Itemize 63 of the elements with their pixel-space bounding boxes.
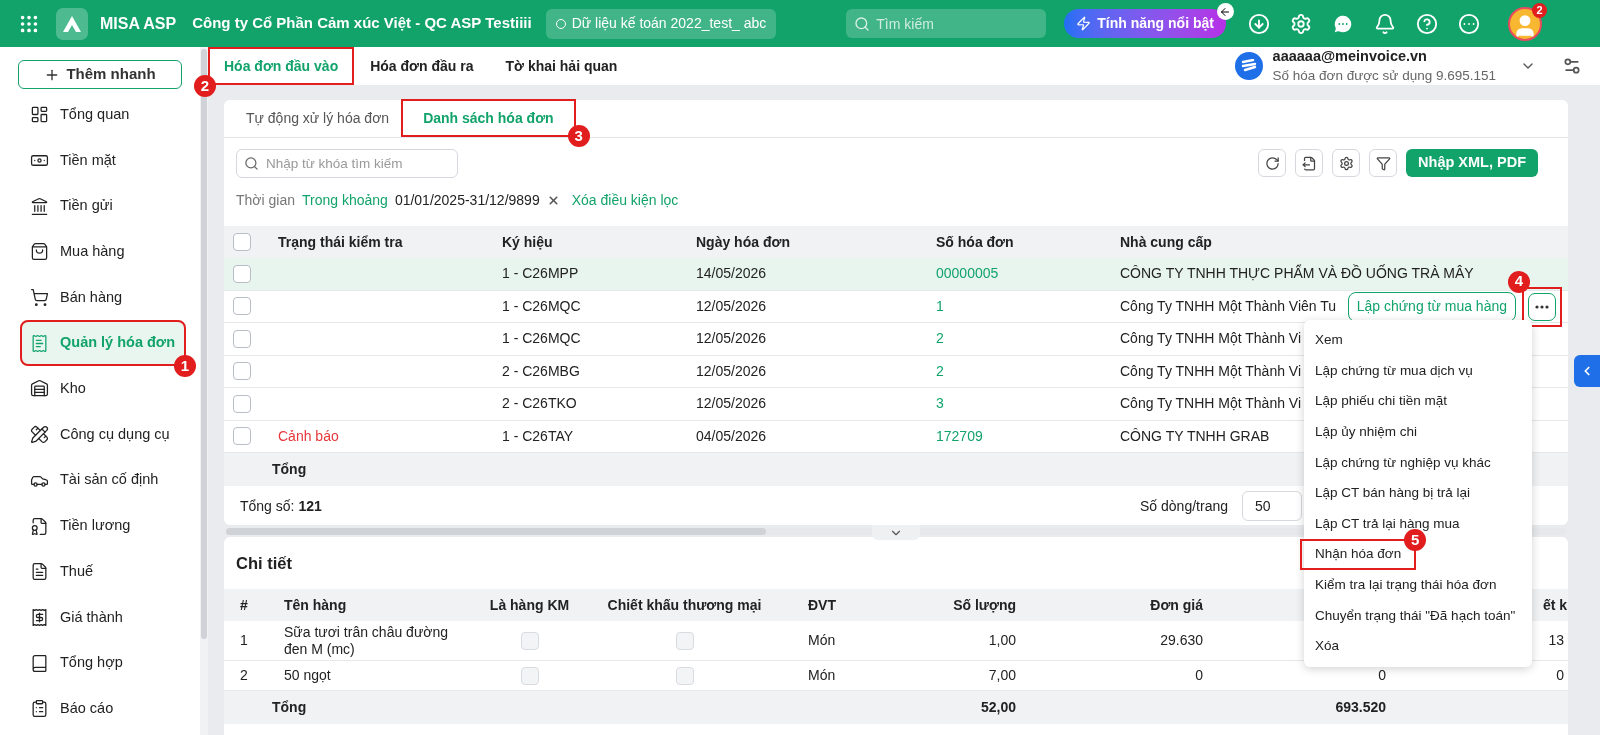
row-count-label: Tổng số: (240, 496, 295, 516)
invoice-usage-text: Số hóa đơn được sử dụng 9.695.151 (1272, 67, 1496, 85)
table-cell: Món (808, 667, 836, 683)
column-header: Chiết khấu thương mại (607, 596, 762, 613)
table-cell: Công Ty TNHH Một Thành Vi (1120, 330, 1302, 347)
row-count: 121 (298, 496, 322, 516)
table-cell: Công Ty TNHH Một Thành Viên Tu (1120, 297, 1337, 314)
total-amount: 693.520 (1335, 699, 1386, 715)
product-name: Sữa tươi trân châu đường đen M (mc) (284, 623, 448, 657)
table-cell: 0 (1378, 667, 1386, 683)
total-label: Tổng (272, 699, 307, 715)
table-cell: 12/05/2026 (696, 330, 767, 347)
date-range: 01/01/2025-31/12/9899 (394, 191, 540, 210)
table-cell: 12/05/2026 (696, 297, 767, 314)
table-cell: 12/05/2026 (696, 395, 767, 412)
column-header: Là hàng KM (489, 596, 570, 613)
column-header: Tên hàng (284, 596, 347, 613)
table-cell: CÔNG TY TNHH GRAB (1120, 427, 1270, 444)
account-email: aaaaaa@meinvoice.vn (1272, 47, 1428, 66)
table-cell: Công Ty TNHH Một Thành Vi (1120, 395, 1302, 412)
table-cell: 04/05/2026 (696, 427, 767, 444)
column-header: ết k (1542, 596, 1567, 613)
column-header: Ký hiệu (502, 233, 553, 250)
total-quantity: 52,00 (980, 699, 1016, 715)
table-cell: 0 (1195, 667, 1203, 683)
column-header: Ngày hóa đơn (696, 233, 790, 250)
filter-label: Thời gian (236, 191, 295, 210)
table-cell: 12/05/2026 (696, 362, 767, 379)
column-header: # (240, 596, 248, 613)
column-header: Đơn giá (1150, 596, 1203, 613)
notification-badge: 2 (1531, 2, 1547, 18)
column-header: ĐVT (808, 596, 836, 613)
step-number-badge: 2 (194, 75, 216, 97)
product-name: 50 ngọt (284, 667, 331, 683)
column-header: Số lượng (953, 596, 1016, 613)
total-label: Tổng (272, 460, 307, 479)
table-cell: 1 - C26MQC (502, 330, 581, 347)
table-cell: 1 (240, 632, 248, 648)
table-cell: 14/05/2026 (696, 265, 767, 282)
table-cell: 7,00 (988, 667, 1016, 683)
table-cell: 2 - C26TKO (502, 395, 577, 412)
table-cell: 1 - C26TAY (502, 427, 574, 444)
table-cell: 2 (240, 667, 248, 683)
column-header: Số hóa đơn (936, 233, 1014, 250)
page-size-label: Số dòng/trang (1140, 496, 1228, 516)
step-number-badge: 1 (174, 355, 196, 378)
table-cell: 1,00 (988, 632, 1016, 648)
status-text: Cảnh báo (278, 427, 339, 444)
table-cell: 0 (1556, 667, 1564, 683)
section-title: Chi tiết (236, 552, 292, 574)
company-name: Công ty Cổ Phần Cảm xúc Việt - QC ASP Testiiii (192, 13, 532, 34)
table-cell: 1 - C26MQC (502, 297, 581, 314)
column-header: Nhà cung cấp (1120, 233, 1212, 250)
table-cell: CÔNG TY TNHH THỰC PHẨM VÀ ĐỒ UỐNG TRÀ MÂY (1120, 265, 1474, 282)
table-cell: Công Ty TNHH Một Thành Vi (1120, 362, 1302, 379)
app-name: MISA ASP (100, 13, 177, 34)
table-cell: 13 (1548, 632, 1564, 648)
step-number-badge: 3 (567, 125, 590, 147)
table-cell: Món (808, 632, 836, 648)
table-cell: 1 - C26MPP (502, 265, 579, 282)
table-cell: 2 - C26MBG (502, 362, 580, 379)
column-header: Trạng thái kiểm tra (278, 233, 403, 250)
table-cell: 29.630 (1160, 632, 1203, 648)
